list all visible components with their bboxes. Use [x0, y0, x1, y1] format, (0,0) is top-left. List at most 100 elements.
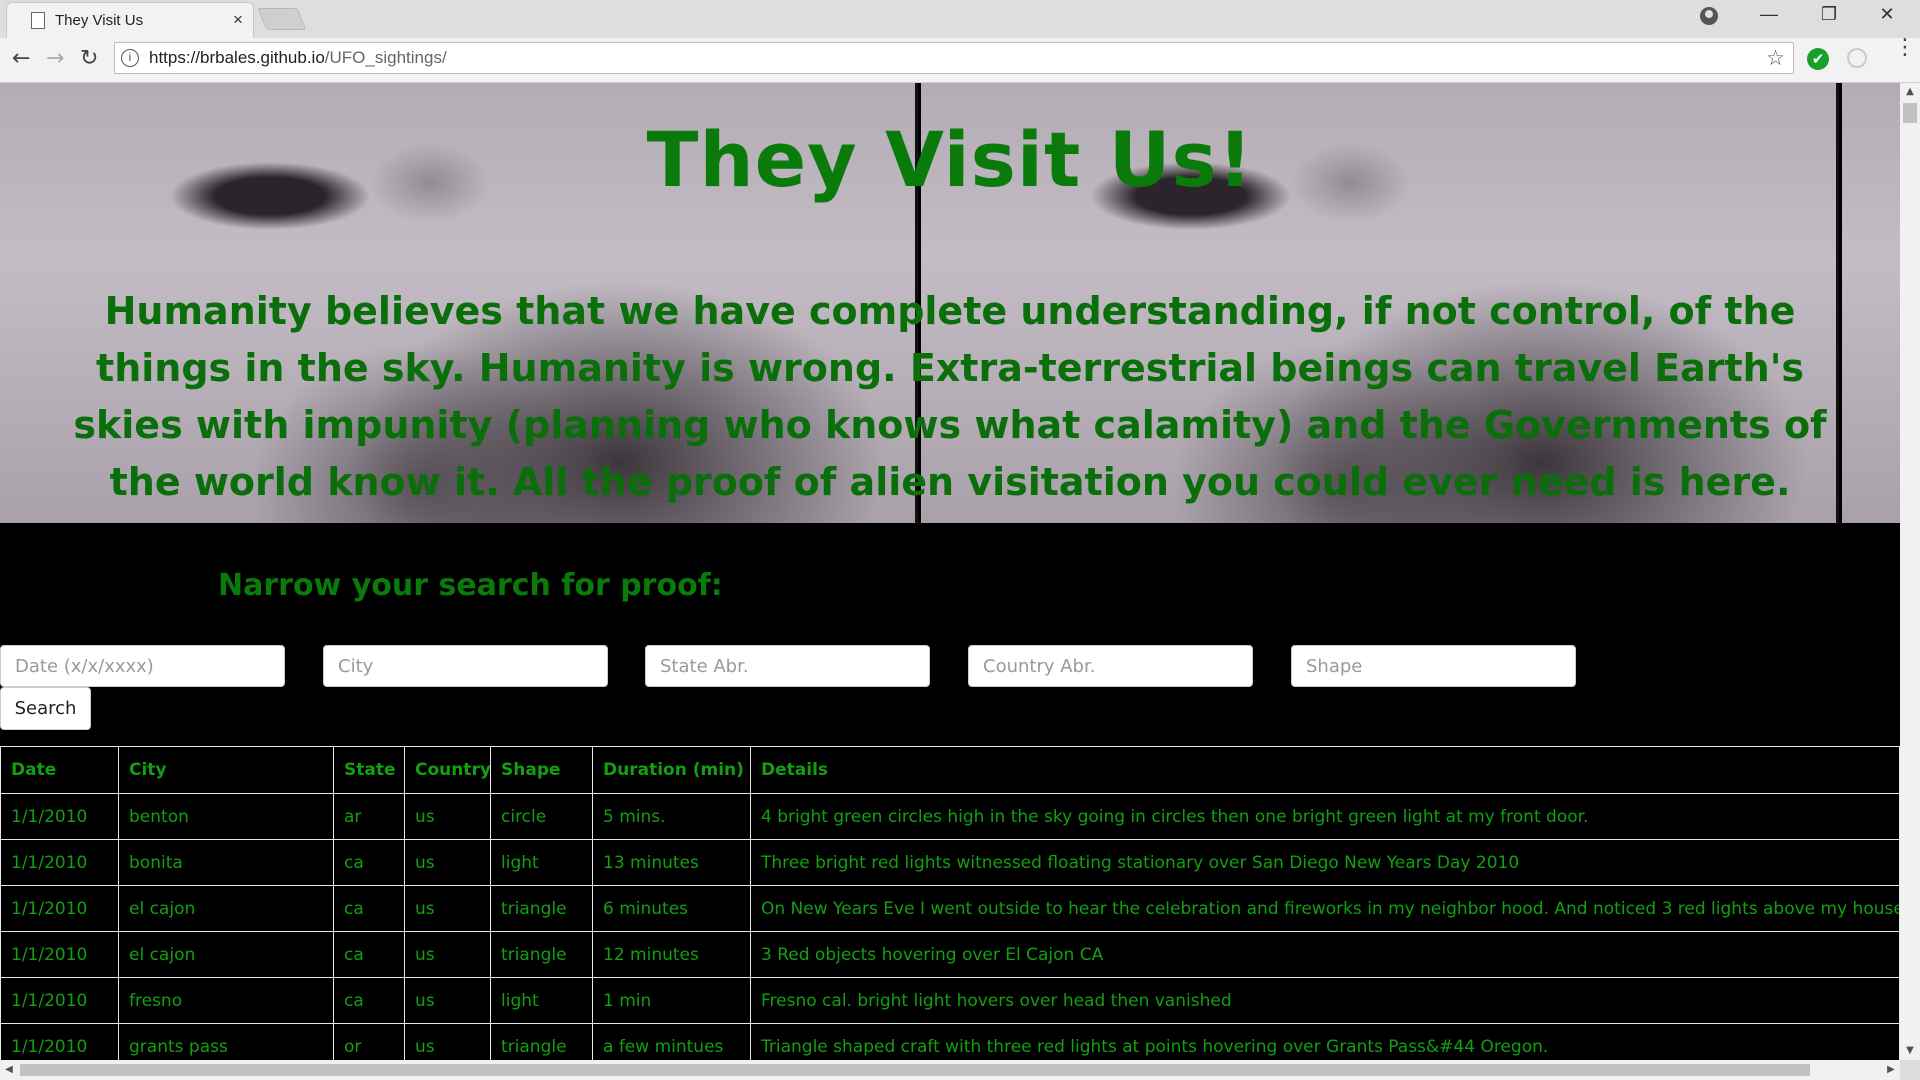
scroll-down-icon[interactable]: ▼ — [1900, 1042, 1920, 1060]
forward-icon[interactable]: → — [46, 46, 64, 71]
cell-duration: 1 min — [592, 977, 751, 1024]
cell-duration: a few mintues — [592, 1023, 751, 1060]
header-duration[interactable]: Duration (min) — [592, 746, 751, 794]
back-icon[interactable]: ← — [12, 46, 30, 71]
close-window-icon[interactable]: ✕ — [1864, 4, 1910, 25]
vertical-scroll-thumb[interactable] — [1903, 103, 1917, 123]
url-text[interactable]: https://brbales.github.io/UFO_sightings/ — [149, 48, 447, 68]
restore-icon[interactable]: ❐ — [1806, 4, 1852, 25]
cell-details: 3 Red objects hovering over El Cajon CA — [750, 931, 1900, 978]
cell-shape: triangle — [490, 1023, 593, 1060]
page-title: They Visit Us! — [646, 115, 1254, 204]
browser-menu-icon[interactable]: ⋮ — [1894, 37, 1916, 59]
header-date[interactable]: Date — [0, 746, 119, 794]
cell-state: ca — [333, 931, 405, 978]
cell-date: 1/1/2010 — [0, 839, 119, 886]
cell-state: ca — [333, 977, 405, 1024]
extension-check-icon[interactable]: ✔ — [1807, 48, 1829, 70]
cell-date: 1/1/2010 — [0, 885, 119, 932]
table-row: 1/1/2010 benton ar us circle 5 mins. 4 b… — [0, 793, 1900, 840]
cell-shape: triangle — [490, 885, 593, 932]
cell-shape: triangle — [490, 931, 593, 978]
cell-duration: 13 minutes — [592, 839, 751, 886]
cell-city: el cajon — [118, 885, 334, 932]
page-viewport: They Visit Us! Humanity believes that we… — [0, 83, 1900, 1060]
cell-state: ar — [333, 793, 405, 840]
table-row: 1/1/2010 bonita ca us light 13 minutes T… — [0, 839, 1900, 886]
cell-shape: circle — [490, 793, 593, 840]
sightings-table-container: Date City State Country Shape Duration (… — [0, 746, 1900, 1060]
scrollbar-corner — [1900, 1060, 1920, 1080]
cell-country: us — [404, 1023, 491, 1060]
cell-city: el cajon — [118, 931, 334, 978]
state-input[interactable] — [645, 645, 930, 687]
date-input[interactable] — [0, 645, 285, 687]
cell-date: 1/1/2010 — [0, 977, 119, 1024]
info-icon[interactable]: i — [121, 49, 139, 67]
url-path: /UFO_sightings/ — [324, 48, 447, 67]
cell-date: 1/1/2010 — [0, 1023, 119, 1060]
new-tab-button[interactable] — [257, 8, 307, 30]
table-row: 1/1/2010 el cajon ca us triangle 12 minu… — [0, 931, 1900, 978]
profile-icon[interactable] — [1700, 7, 1718, 25]
cell-city: benton — [118, 793, 334, 840]
cell-details: Three bright red lights witnessed floati… — [750, 839, 1900, 886]
table-row: 1/1/2010 grants pass or us triangle a fe… — [0, 1023, 1900, 1060]
cell-country: us — [404, 885, 491, 932]
address-bar[interactable]: i https://brbales.github.io/UFO_sighting… — [114, 42, 1794, 74]
cell-details: 4 bright green circles high in the sky g… — [750, 793, 1900, 840]
cell-details: On New Years Eve I went outside to hear … — [750, 885, 1900, 932]
bookmark-star-icon[interactable]: ☆ — [1766, 46, 1785, 70]
header-details[interactable]: Details — [750, 746, 1900, 794]
filter-heading: Narrow your search for proof: — [218, 568, 723, 603]
table-header-row: Date City State Country Shape Duration (… — [0, 746, 1900, 794]
cell-duration: 5 mins. — [592, 793, 751, 840]
cell-state: ca — [333, 885, 405, 932]
cell-shape: light — [490, 839, 593, 886]
cell-duration: 12 minutes — [592, 931, 751, 978]
cell-date: 1/1/2010 — [0, 793, 119, 840]
city-input[interactable] — [323, 645, 608, 687]
extension-icon[interactable] — [1847, 48, 1867, 68]
horizontal-scroll-thumb[interactable] — [20, 1064, 1810, 1076]
reload-icon[interactable]: ↻ — [80, 46, 98, 71]
cell-details: Fresno cal. bright light hovers over hea… — [750, 977, 1900, 1024]
cell-shape: light — [490, 977, 593, 1024]
country-input[interactable] — [968, 645, 1253, 687]
horizontal-scrollbar[interactable]: ◀ ▶ — [0, 1060, 1900, 1080]
hero-banner: They Visit Us! Humanity believes that we… — [0, 83, 1900, 523]
minimize-icon[interactable]: — — [1746, 4, 1792, 25]
hero-description: Humanity believes that we have complete … — [73, 289, 1827, 504]
tab-close-icon[interactable]: × — [233, 10, 243, 30]
sightings-table: Date City State Country Shape Duration (… — [0, 746, 1900, 1060]
cell-country: us — [404, 839, 491, 886]
tab-title: They Visit Us — [55, 12, 144, 29]
cell-details: Triangle shaped craft with three red lig… — [750, 1023, 1900, 1060]
header-state[interactable]: State — [333, 746, 405, 794]
browser-chrome: They Visit Us × — ❐ ✕ ← → ↻ i https://br… — [0, 0, 1920, 83]
url-domain: https://brbales.github.io — [149, 48, 325, 67]
cell-country: us — [404, 977, 491, 1024]
table-row: 1/1/2010 fresno ca us light 1 min Fresno… — [0, 977, 1900, 1024]
cell-date: 1/1/2010 — [0, 931, 119, 978]
browser-tab[interactable]: They Visit Us × — [6, 2, 254, 38]
cell-state: ca — [333, 839, 405, 886]
cell-city: bonita — [118, 839, 334, 886]
cell-country: us — [404, 793, 491, 840]
tab-bar: They Visit Us × — ❐ ✕ — [0, 0, 1920, 38]
table-row: 1/1/2010 el cajon ca us triangle 6 minut… — [0, 885, 1900, 932]
scroll-right-icon[interactable]: ▶ — [1882, 1060, 1900, 1080]
search-button[interactable]: Search — [0, 687, 91, 730]
cell-city: grants pass — [118, 1023, 334, 1060]
vertical-scrollbar[interactable]: ▲ ▼ — [1900, 83, 1920, 1060]
header-country[interactable]: Country — [404, 746, 491, 794]
header-city[interactable]: City — [118, 746, 334, 794]
page-icon — [31, 12, 45, 29]
cell-state: or — [333, 1023, 405, 1060]
cell-duration: 6 minutes — [592, 885, 751, 932]
header-shape[interactable]: Shape — [490, 746, 593, 794]
shape-input[interactable] — [1291, 645, 1576, 687]
scroll-left-icon[interactable]: ◀ — [0, 1060, 18, 1080]
cell-city: fresno — [118, 977, 334, 1024]
scroll-up-icon[interactable]: ▲ — [1900, 83, 1920, 101]
